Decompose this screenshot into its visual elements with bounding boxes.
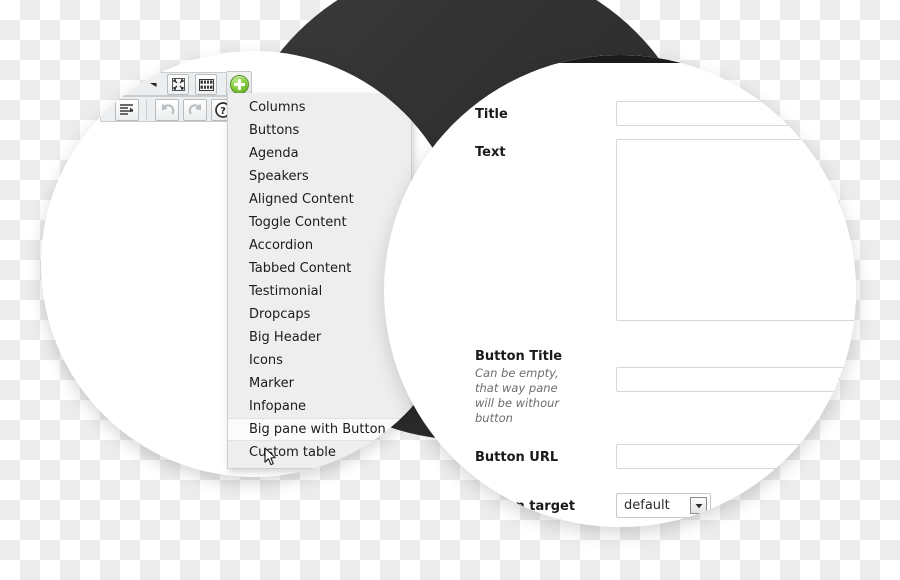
chevron-down-icon[interactable] [690, 497, 707, 514]
screenshot-stage: ? Columns Buttons Agenda Speakers Aligne… [0, 0, 900, 580]
green-plus-icon [229, 74, 249, 94]
chevron-down-icon[interactable] [143, 74, 163, 94]
svg-text:?: ? [220, 106, 226, 117]
dialog-title-bar: Insert Shortcode: Big pane with Button [449, 55, 856, 63]
text-textarea[interactable] [616, 139, 856, 321]
label-button-title: Button Title [475, 349, 563, 364]
button-title-hint: Can be empty, that way pane will be with… [475, 366, 560, 425]
button-url-input[interactable] [616, 444, 856, 469]
dialog-body: Title Text Button Title Can be empty, th… [449, 63, 856, 527]
fullscreen-icon[interactable] [167, 74, 189, 95]
toolbar-separator [146, 100, 147, 120]
label-button-target: Button target [475, 499, 576, 514]
dialog-lens-circle: Insert Shortcode: Big pane with Button T… [384, 55, 856, 527]
redo-icon[interactable] [183, 99, 207, 121]
insert-shortcode-dialog: Insert Shortcode: Big pane with Button T… [449, 55, 856, 527]
label-text: Text [475, 145, 506, 160]
button-target-value: default [624, 498, 670, 513]
undo-icon[interactable] [155, 99, 179, 121]
table-icon[interactable] [195, 74, 217, 95]
indent-icon[interactable] [115, 99, 139, 121]
title-input[interactable] [616, 101, 856, 126]
button-target-select[interactable]: default [616, 493, 711, 518]
button-title-input[interactable] [616, 367, 856, 392]
label-button-url: Button URL [475, 450, 559, 465]
label-title: Title [475, 107, 508, 122]
